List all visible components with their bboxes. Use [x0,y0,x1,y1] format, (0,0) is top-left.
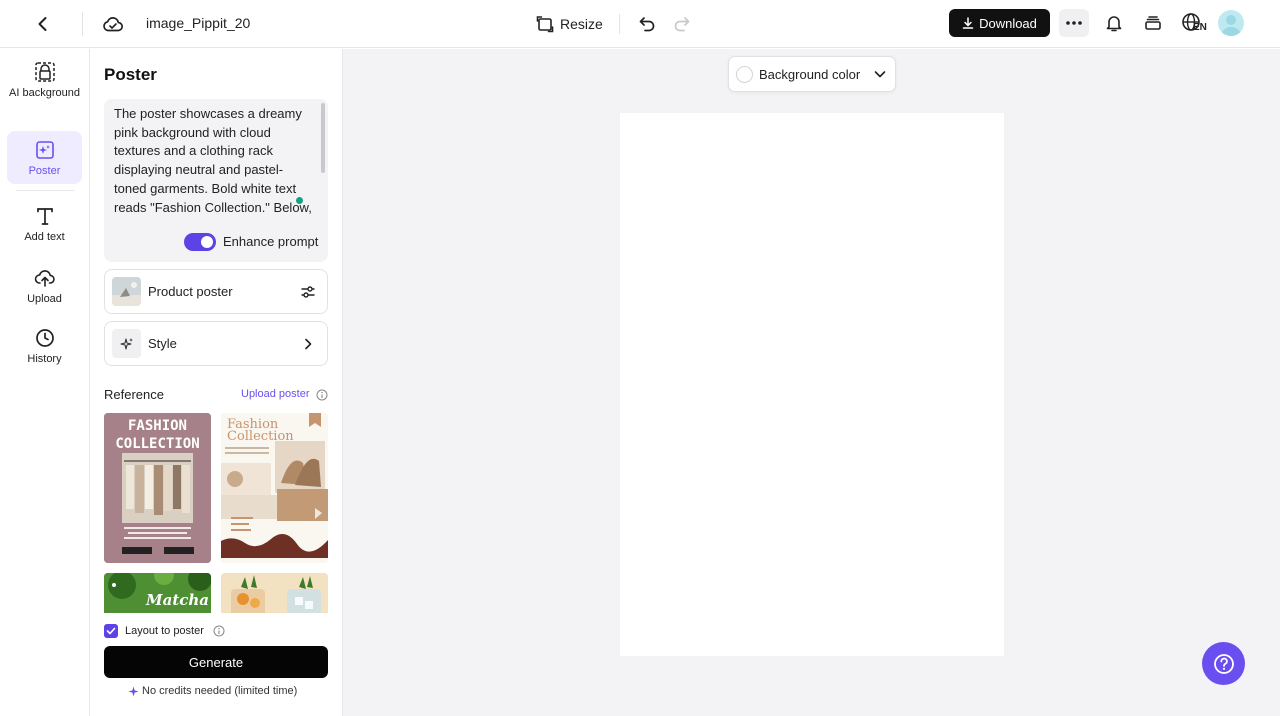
download-button[interactable]: Download [949,9,1050,37]
reference-card[interactable] [221,573,328,613]
resize-label: Resize [560,16,603,32]
top-bar: image_Pippit_20 Resize Download EN [0,0,1280,48]
notifications-button[interactable] [1101,10,1127,36]
redo-button[interactable] [669,11,695,37]
rail-item-add-text[interactable]: Add text [7,205,82,247]
rail-item-label: Add text [24,230,64,244]
more-icon [1065,20,1083,26]
language-label: EN [1193,22,1207,33]
download-label: Download [979,16,1037,31]
cloud-icon [102,15,124,33]
reference-card[interactable]: Matcha [104,573,211,613]
reference-card-title: FASHION COLLECTION [104,417,211,453]
history-icon [34,327,56,349]
info-icon[interactable] [213,625,225,637]
rail-item-upload[interactable]: Upload [7,267,82,309]
resize-icon [536,15,554,33]
rail-item-poster[interactable]: Poster [7,131,82,184]
back-button[interactable] [30,11,56,37]
user-avatar-icon [1218,10,1244,36]
chevron-right-icon [299,335,317,353]
reference-grid: FASHION COLLECTION [104,413,330,613]
credits-label: No credits needed (limited time) [142,685,297,697]
reference-card[interactable]: Fashion Collection [221,413,328,563]
prompt-box: The poster showcases a dreamy pink backg… [104,99,328,262]
more-button[interactable] [1059,9,1089,37]
upload-poster-link[interactable]: Upload poster [241,388,310,400]
reference-card-title: Fashion Collection [227,419,297,443]
canvas-area: Background color [343,49,1280,716]
background-color-label: Background color [759,67,860,82]
bell-icon [1104,13,1124,33]
enhance-prompt-toggle[interactable] [184,233,216,251]
text-icon [34,205,56,227]
reference-card[interactable]: FASHION COLLECTION [104,413,211,563]
rail-item-label: History [27,352,61,366]
poster-panel: Poster The poster showcases a dreamy pin… [90,49,343,716]
download-icon [962,17,974,29]
undo-icon [638,15,656,33]
divider [16,190,74,191]
color-swatch [736,66,753,83]
checkmark-icon [106,626,116,636]
left-rail: AI background Poster Add text Upload His… [0,49,90,716]
rail-item-label: AI background [9,86,80,100]
poster-icon [34,139,56,161]
sparkle-icon [128,686,139,697]
stack-icon [1143,13,1163,33]
rail-item-history[interactable]: History [7,327,82,369]
artboard[interactable] [620,113,1004,656]
layers-button[interactable] [1140,10,1166,36]
cloud-save-button[interactable] [100,11,126,37]
redo-icon [673,15,691,33]
help-button[interactable] [1202,642,1245,685]
divider [82,12,83,36]
divider [619,14,620,34]
help-icon [1213,653,1235,675]
status-dot [296,197,303,204]
upload-icon [34,267,56,289]
chevron-left-icon [34,15,52,33]
reference-thumbnail [221,573,328,613]
prompt-scrollbar[interactable] [321,103,325,173]
avatar[interactable] [1218,10,1244,36]
style-thumbnail [112,329,141,358]
rail-item-label: Upload [27,292,62,306]
resize-button[interactable]: Resize [536,11,603,37]
layout-to-poster-checkbox[interactable] [104,624,118,638]
rail-item-label: Poster [29,164,61,178]
background-color-dropdown[interactable]: Background color [728,56,896,92]
product-image [112,277,141,306]
product-poster-row[interactable]: Product poster [104,269,328,314]
info-icon[interactable] [316,389,328,401]
product-thumbnail [112,277,141,306]
layout-to-poster-label: Layout to poster [125,625,204,637]
product-poster-label: Product poster [148,284,233,299]
document-title[interactable]: image_Pippit_20 [146,15,250,31]
sparkle-icon [120,337,134,351]
credits-note: No credits needed (limited time) [128,685,297,697]
adjust-icon[interactable] [299,283,317,301]
chevron-down-icon [873,67,887,81]
reference-card-title: Matcha [146,591,209,609]
style-row[interactable]: Style [104,321,328,366]
ai-background-icon [34,61,56,83]
generate-button[interactable]: Generate [104,646,328,678]
rail-item-ai-background[interactable]: AI background [7,61,82,119]
panel-title: Poster [104,65,157,85]
language-button[interactable]: EN [1179,9,1209,37]
prompt-textarea[interactable]: The poster showcases a dreamy pink backg… [114,105,314,217]
style-label: Style [148,336,177,351]
undo-button[interactable] [634,11,660,37]
enhance-prompt-label: Enhance prompt [223,234,318,249]
reference-label: Reference [104,387,164,402]
